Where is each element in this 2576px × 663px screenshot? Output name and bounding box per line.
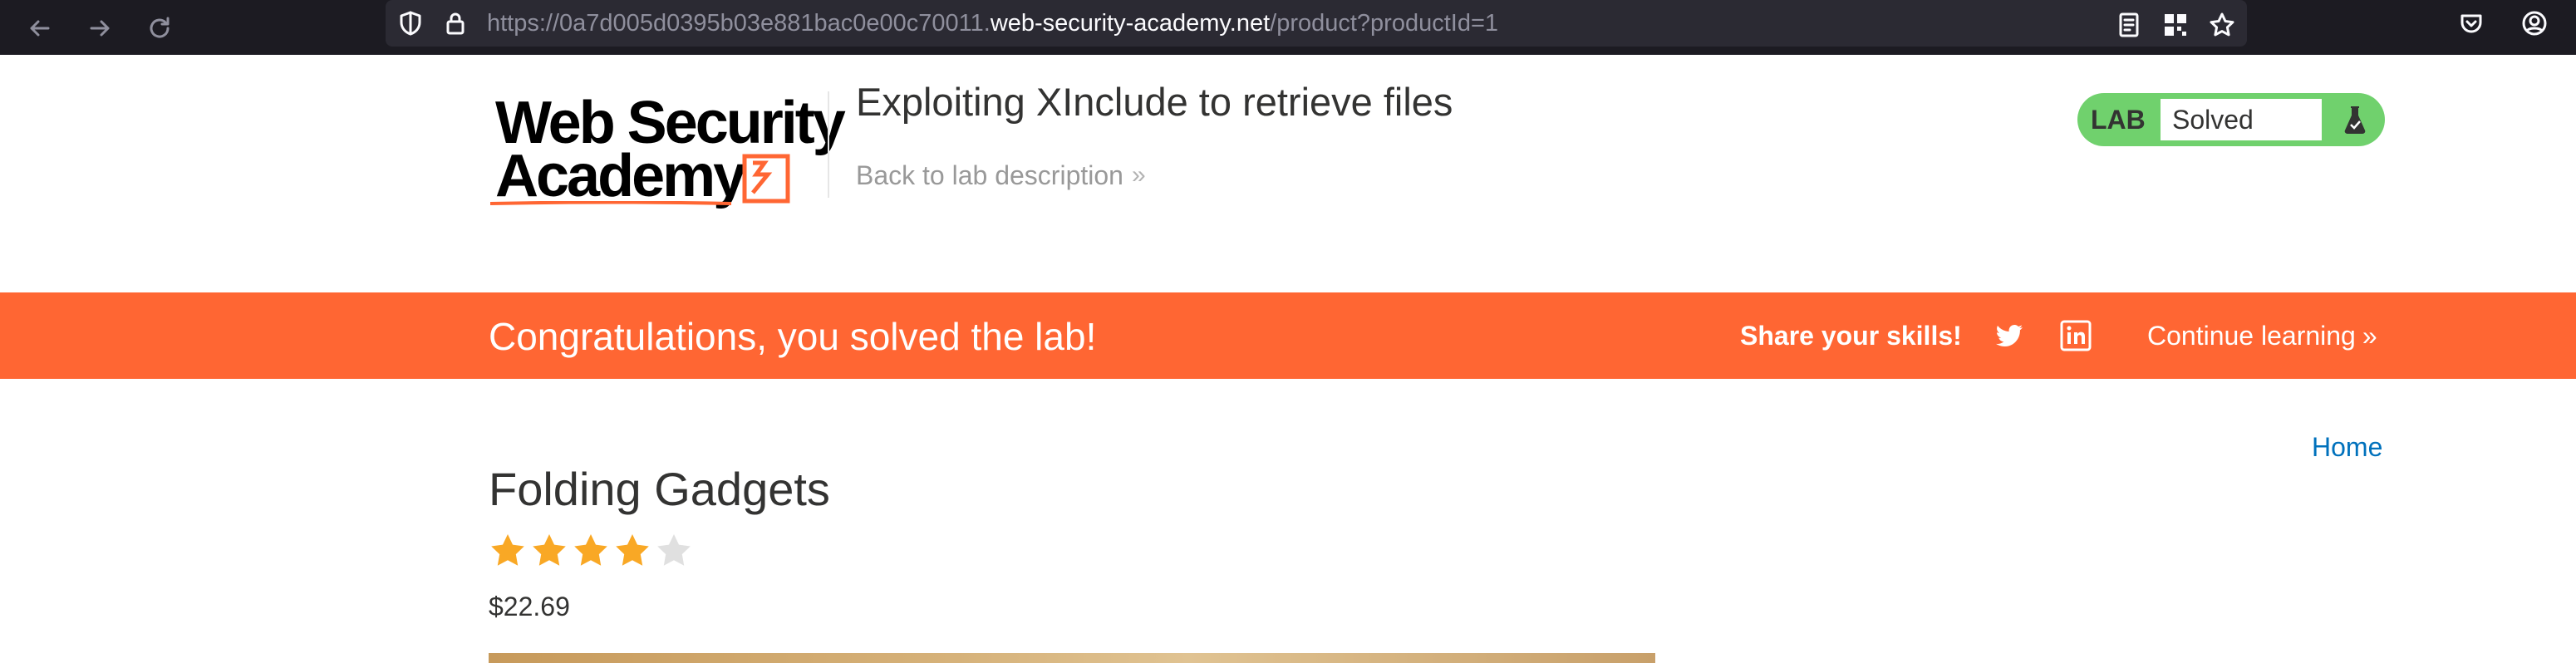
product-price: $22.69 <box>489 592 570 621</box>
back-to-lab-description-link[interactable]: Back to lab description » <box>856 158 1146 193</box>
continue-learning-label: Continue learning <box>2147 321 2356 351</box>
bookmark-star-icon[interactable] <box>2205 8 2239 42</box>
address-bar[interactable]: https://0a7d005d0395b03e881bac0e00c70011… <box>386 0 2247 47</box>
star-filled-icon <box>574 534 607 566</box>
solved-message: Congratulations, you solved the lab! <box>489 315 1097 358</box>
product-rating <box>489 532 693 570</box>
star-empty-icon <box>657 534 691 566</box>
web-security-academy-logo[interactable]: Web Security Academy <box>490 90 846 211</box>
star-filled-icon <box>491 534 524 566</box>
share-skills-label: Share your skills! <box>1740 321 1962 351</box>
url-host: web-security-academy.net <box>990 10 1271 37</box>
header-divider <box>828 91 829 198</box>
home-link[interactable]: Home <box>2312 430 2382 464</box>
double-chevron-right-icon: » <box>2362 321 2377 351</box>
reader-mode-icon[interactable] <box>2112 8 2146 42</box>
lock-icon[interactable] <box>440 8 470 38</box>
back-link-label: Back to lab description <box>856 160 1123 190</box>
lab-solved-banner: Congratulations, you solved the lab! Sha… <box>0 292 2576 379</box>
pocket-icon[interactable] <box>2455 7 2488 40</box>
product-title: Folding Gadgets <box>489 463 830 515</box>
shield-icon[interactable] <box>396 8 425 38</box>
double-chevron-right-icon: » <box>1131 161 1146 189</box>
flask-icon <box>2335 100 2375 140</box>
product-image <box>489 653 1655 663</box>
continue-learning-link[interactable]: Continue learning » <box>2147 317 2377 354</box>
star-filled-icon <box>533 534 566 566</box>
linkedin-icon[interactable] <box>2056 316 2096 356</box>
qr-code-icon[interactable] <box>2159 8 2192 42</box>
lab-title: Exploiting XInclude to retrieve files <box>856 80 1453 124</box>
browser-toolbar: https://0a7d005d0395b03e881bac0e00c70011… <box>0 0 2576 55</box>
url-prefix: https://0a7d005d0395b03e881bac0e00c70011… <box>487 10 991 37</box>
lab-status-text: Solved <box>2159 97 2323 142</box>
lab-badge-label: LAB <box>2091 105 2146 135</box>
account-icon[interactable] <box>2518 7 2551 40</box>
reload-icon[interactable] <box>136 5 183 52</box>
url-text[interactable]: https://0a7d005d0395b03e881bac0e00c70011… <box>487 8 1498 38</box>
logo-mark-icon <box>742 154 790 204</box>
forward-arrow-icon[interactable] <box>76 5 123 52</box>
logo-underline <box>490 201 731 205</box>
lab-status-badge: LAB Solved <box>2077 93 2385 146</box>
logo-line2: Academy <box>495 143 746 209</box>
star-filled-icon <box>616 534 649 566</box>
twitter-icon[interactable] <box>1989 316 2029 356</box>
url-path: /product?productId=1 <box>1270 10 1499 37</box>
back-arrow-icon[interactable] <box>17 5 63 52</box>
